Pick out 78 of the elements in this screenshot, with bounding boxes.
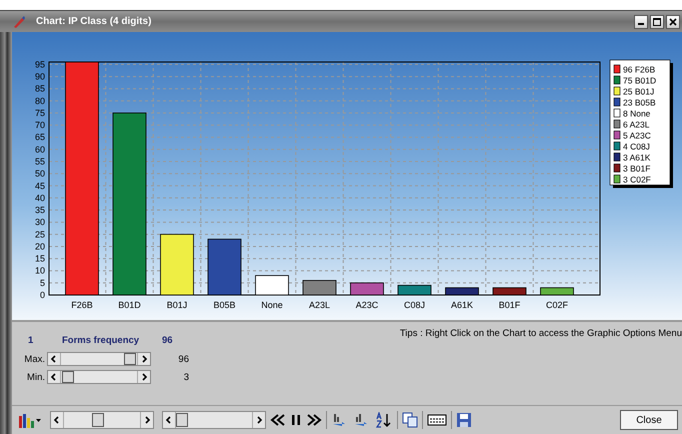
slider-label: Max. [23,354,45,364]
axis-label: 40 [34,192,45,203]
axis-label: 80 [34,96,45,106]
legend-label: 96 F26B [623,64,656,74]
legend-label: 8 None [623,108,650,118]
maximize-button[interactable] [650,14,664,28]
slider-value: 96 [177,354,189,364]
left-arrow-icon[interactable] [48,353,61,365]
scrollbar-thumb[interactable] [176,413,188,427]
axis-label: 30 [34,217,45,228]
slider-label: Min. [26,372,45,382]
axis-label: A23C [356,300,378,310]
axis-label: 50 [34,168,45,179]
window-title: Chart: IP Class (4 digits) [36,16,152,27]
maximize-icon [653,18,661,26]
bar-chart-icon[interactable] [18,412,42,428]
left-arrow-icon[interactable] [51,412,64,428]
keyboard-icon[interactable] [427,412,447,428]
close-button[interactable] [666,14,680,28]
axis-label: 75 [34,108,45,118]
pen-icon [12,14,26,28]
legend-label: 3 B01F [623,164,650,174]
axis-label: 90 [34,72,45,82]
slider-thumb[interactable] [124,353,136,365]
axis-label: C02F [546,300,568,310]
axis-label: C08J [404,300,425,310]
save-icon[interactable] [456,412,472,428]
axis-label: A23L [308,300,330,310]
scrollbar[interactable] [162,411,266,429]
right-arrow-icon[interactable] [140,412,153,428]
scrollbar-thumb[interactable] [92,413,104,427]
series-total: 96 [162,335,174,346]
axis-label: 35 [34,205,45,216]
range-slider[interactable] [47,352,151,366]
axis-label: 5 [40,278,45,288]
axis-label: A61K [450,300,474,310]
legend-label: 5 A23C [623,130,651,140]
axis-label: 55 [34,156,45,166]
series-name: Forms frequency [62,335,140,346]
axis-label: F26B [71,300,93,310]
scrollbar[interactable] [50,411,154,429]
axis-label: 0 [40,290,45,300]
sort-alphabetical-icon[interactable] [375,412,393,428]
axis-label: 10 [34,266,45,276]
tips-text: Tips : Right Click on the Chart to access the Graphic Options Menu [400,328,682,339]
minimize-icon [638,23,644,25]
axis-label: 95 [34,59,45,70]
axis-label: 45 [34,180,45,191]
fast-forward-icon[interactable] [306,413,322,427]
axis-label: None [261,300,283,310]
axis-label: 65 [34,132,45,142]
row-index: 1 [28,335,34,346]
right-arrow-icon[interactable] [137,353,150,365]
axis-label: 20 [34,241,45,252]
axis-label: 15 [34,254,45,264]
close-button[interactable]: Close [620,410,678,430]
axis-label: 85 [34,84,45,94]
legend-label: 23 B05B [623,98,656,108]
legend-label: 75 B01D [623,76,656,86]
axis-label: 60 [34,144,45,154]
legend-label: 4 C08J [623,142,650,152]
legend-label: 25 B01J [623,86,654,96]
legend-label: 6 A23L [623,120,650,130]
axis-label: B05B [213,300,236,310]
axis-label: 70 [34,120,45,130]
axis-label: 25 [34,229,45,240]
slider-value: 3 [182,372,189,382]
close-icon [669,18,677,26]
pause-icon[interactable] [290,413,302,427]
axis-label: B01J [166,300,188,310]
minimize-button[interactable] [634,14,648,28]
right-arrow-icon[interactable] [252,412,265,428]
axis-label: B01D [118,300,141,310]
copy-icon[interactable] [402,412,418,428]
legend-label: 3 C02F [623,174,651,184]
legend-label: 3 A61K [623,152,650,162]
axis-label: B01F [498,300,520,310]
rewind-icon[interactable] [270,413,286,427]
